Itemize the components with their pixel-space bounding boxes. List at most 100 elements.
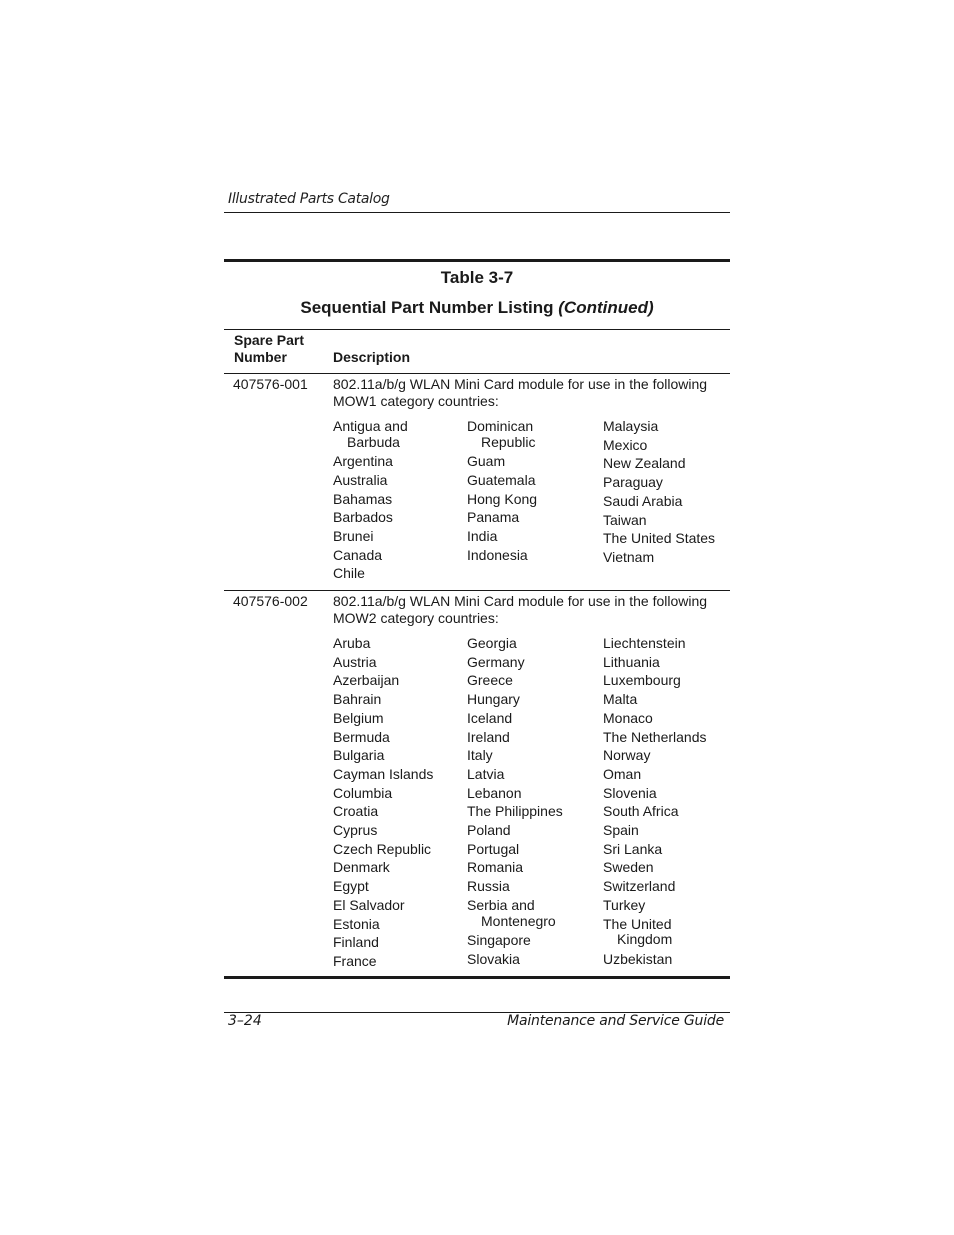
country-name: Finland (333, 934, 379, 951)
header-divider (224, 212, 730, 213)
country-name: Aruba (333, 635, 371, 651)
country-name-continuation: Montenegro (481, 912, 556, 929)
country-item: Paraguay (603, 473, 715, 492)
country-name: Guatemala (467, 471, 536, 488)
country-item: Dominican Republic (467, 417, 537, 450)
country-item: Columbia (333, 784, 433, 803)
country-name: Taiwan (603, 511, 647, 528)
country-name: Oman (603, 765, 642, 782)
country-name: Hong Kong (467, 490, 538, 507)
country-name: Singapore (467, 932, 531, 949)
table-bottom-rule (224, 976, 730, 979)
country-item: Lithuania (603, 653, 707, 672)
country-name-continuation: Barbuda (347, 433, 400, 450)
country-item: Turkey (603, 896, 707, 915)
country-name: Iceland (467, 709, 513, 726)
country-name: Turkey (603, 896, 646, 913)
country-name: Lithuania (603, 653, 660, 670)
country-column: Antigua and Barbuda Argentina Australia Baha… (333, 417, 408, 583)
country-item: Czech Republic (333, 840, 433, 859)
country-item: Norway (603, 746, 707, 765)
header-part-number: Spare Part Number (234, 332, 304, 366)
description: 802.11a/b/g WLAN Mini Card module for us… (333, 593, 707, 626)
footer-guide-title: Maintenance and Service Guide (507, 1013, 724, 1029)
country-item: Latvia (467, 765, 563, 784)
row-divider (224, 590, 730, 591)
country-item: Slovenia (603, 784, 707, 803)
country-item: Oman (603, 765, 707, 784)
country-item: Mexico (603, 436, 715, 455)
country-item: Malta (603, 690, 707, 709)
country-name: Bulgaria (333, 747, 385, 764)
country-item: Estonia (333, 915, 433, 934)
country-item: Croatia (333, 802, 433, 821)
country-name: Sweden (603, 859, 654, 876)
country-item: Poland (467, 821, 563, 840)
table-title-suffix: (Continued) (558, 298, 654, 317)
country-item: Germany (467, 653, 563, 672)
country-item: Slovakia (467, 950, 563, 969)
country-name: Bermuda (333, 728, 390, 745)
country-name: Russia (467, 878, 510, 895)
country-item: Egypt (333, 877, 433, 896)
country-name: Brunei (333, 528, 374, 545)
country-item: Romania (467, 858, 563, 877)
country-item: Monaco (603, 709, 707, 728)
country-column: Dominican Republic Guam Guatemala Hong Kong P… (467, 417, 537, 564)
country-item: Hungary (467, 690, 563, 709)
country-item: Cyprus (333, 821, 433, 840)
table-title-text: Sequential Part Number Listing (300, 298, 554, 317)
country-name: Hungary (467, 691, 520, 708)
country-name: Paraguay (603, 474, 663, 491)
country-name: Georgia (467, 635, 517, 651)
running-head: Illustrated Parts Catalog (228, 191, 390, 207)
country-name: Vietnam (603, 548, 655, 565)
country-name: Canada (333, 546, 383, 563)
country-name: The United States (603, 530, 716, 547)
country-item: Argentina (333, 452, 408, 471)
country-item: New Zealand (603, 454, 715, 473)
country-item: Liechtenstein (603, 634, 707, 653)
country-name: Lebanon (467, 784, 522, 801)
country-name: France (333, 952, 377, 969)
country-item: Guatemala (467, 471, 537, 490)
part-number: 407576-002 (233, 593, 308, 609)
country-name: Egypt (333, 878, 369, 895)
country-name: Indonesia (467, 546, 528, 563)
country-name: Denmark (333, 859, 390, 876)
country-name: Portugal (467, 840, 520, 857)
country-item: Sri Lanka (603, 840, 707, 859)
country-item: Italy (467, 746, 563, 765)
country-name: Italy (467, 747, 493, 764)
country-name: Malta (603, 691, 638, 708)
country-item: Sweden (603, 858, 707, 877)
country-item: Bahamas (333, 490, 408, 509)
country-name: Uzbekistan (603, 950, 673, 967)
header-rule (224, 373, 730, 374)
country-item: Australia (333, 471, 408, 490)
country-name: India (467, 528, 498, 545)
country-name: Columbia (333, 784, 393, 801)
country-item: Switzerland (603, 877, 707, 896)
country-item: The Philippines (467, 802, 563, 821)
country-name-continuation: Republic (481, 433, 536, 450)
country-column: Aruba Austria Azerbaijan Bahrain Belgium Berm… (333, 634, 433, 971)
country-name: Ireland (467, 728, 510, 745)
country-name: Poland (467, 822, 511, 839)
country-item: Canada (333, 546, 408, 565)
country-item: Bahrain (333, 690, 433, 709)
description-line2: MOW1 category countries: (333, 392, 499, 409)
description: 802.11a/b/g WLAN Mini Card module for us… (333, 376, 707, 409)
country-item: Antigua and Barbuda (333, 417, 408, 450)
country-name: El Salvador (333, 896, 405, 913)
country-item: Portugal (467, 840, 563, 859)
country-name-continuation: Kingdom (617, 931, 673, 948)
country-name: Barbados (333, 509, 393, 526)
country-item: Taiwan (603, 511, 715, 530)
country-item: Russia (467, 877, 563, 896)
country-name: Mexico (603, 436, 648, 453)
country-item: Guam (467, 452, 537, 471)
header-description: Description (333, 349, 411, 365)
country-item: Saudi Arabia (603, 492, 715, 511)
country-item: Malaysia (603, 417, 715, 436)
